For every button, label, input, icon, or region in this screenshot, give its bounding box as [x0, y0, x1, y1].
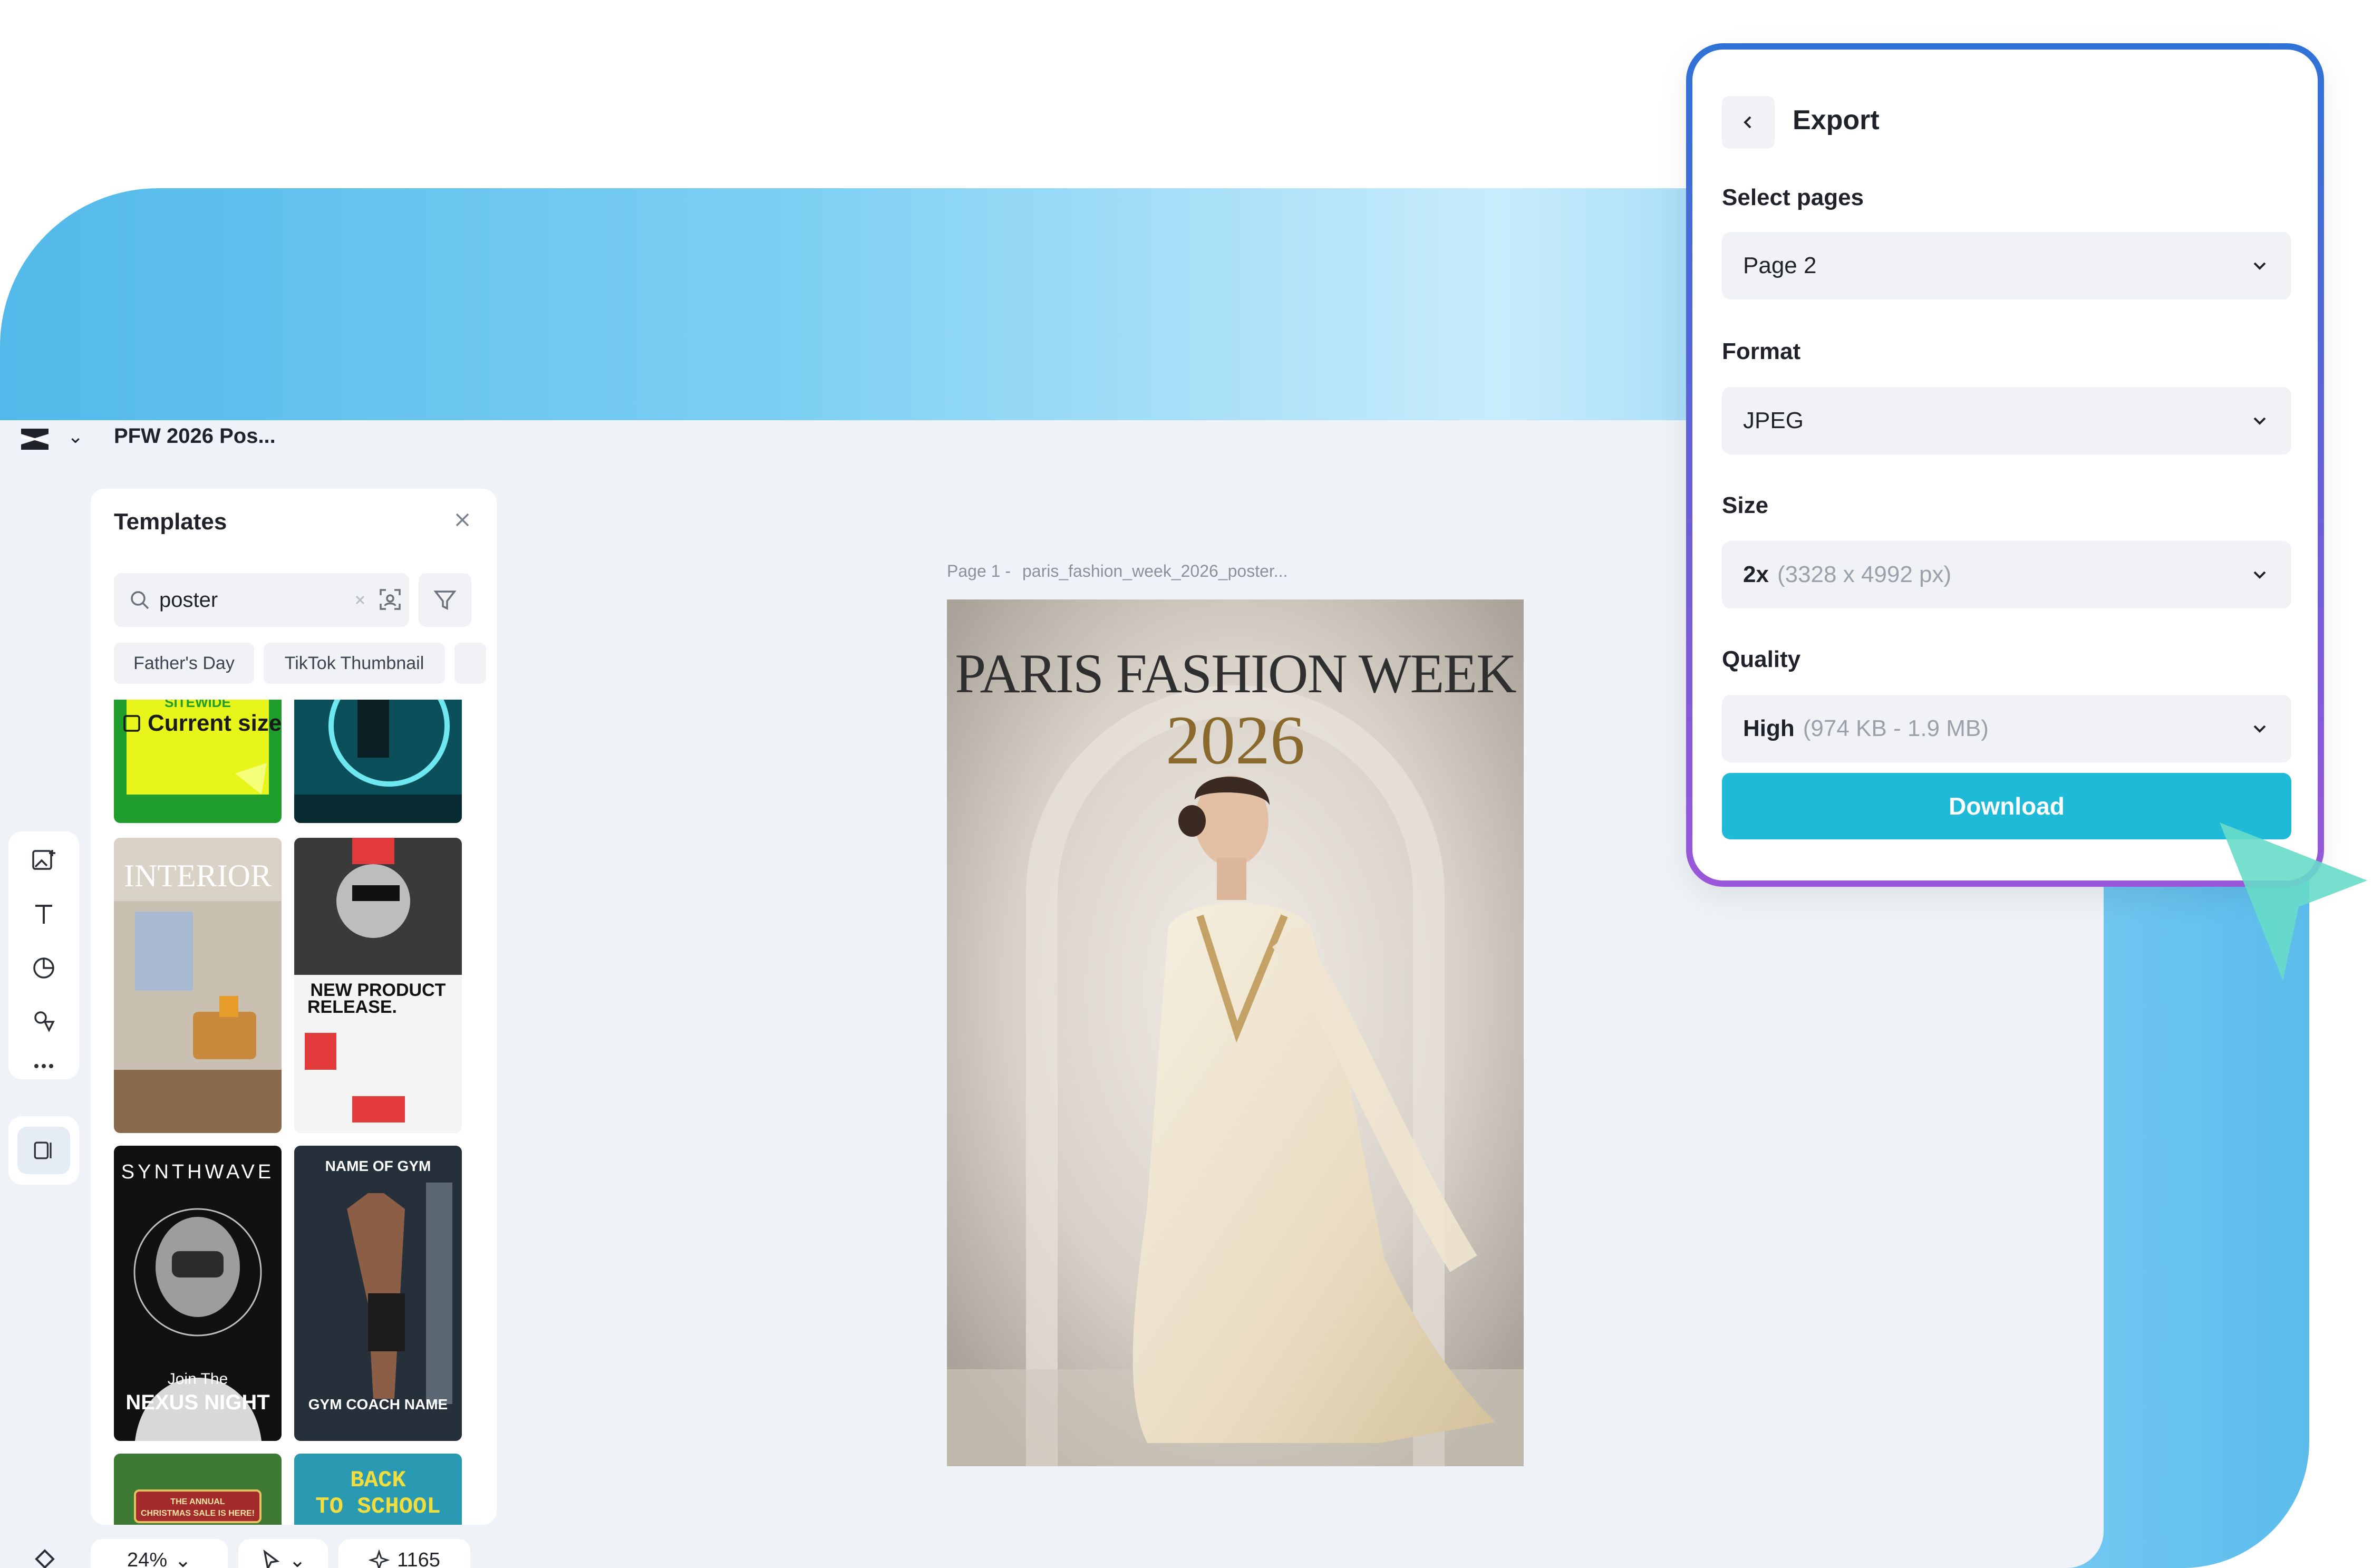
- template-thumbnail[interactable]: [294, 700, 462, 823]
- template-thumbnail[interactable]: THE ANNUAL CHRISTMAS SALE IS HERE!: [114, 1454, 282, 1525]
- select-pages-dropdown[interactable]: Page 2: [1722, 232, 2291, 299]
- thumbnail-text: SITEWIDE: [164, 700, 231, 710]
- search-icon: [131, 591, 149, 609]
- current-size-overlay[interactable]: Current size: [122, 710, 282, 737]
- chevron-down-icon[interactable]: ⌄: [67, 425, 83, 448]
- template-thumbnail[interactable]: NAME OF GYM GYM COACH NAME: [294, 1146, 462, 1441]
- image-search-icon[interactable]: [377, 587, 403, 612]
- thumbnail-text: THE ANNUAL: [170, 1497, 225, 1506]
- help-icon[interactable]: [16, 1539, 74, 1568]
- quality-label: Quality: [1722, 646, 1801, 672]
- templates-panel: Templates Father's Day TikTok Thumbnail …: [91, 489, 497, 1525]
- format-value: JPEG: [1743, 408, 1804, 433]
- image-add-icon[interactable]: [8, 837, 79, 884]
- pointer-tool-button[interactable]: ⌄: [238, 1539, 328, 1568]
- svg-text:GYM COACH NAME: GYM COACH NAME: [308, 1396, 448, 1412]
- poster-year[interactable]: 2026: [947, 700, 1524, 780]
- tool-rail-secondary: [8, 1116, 79, 1185]
- more-icon[interactable]: [8, 1048, 79, 1085]
- chevron-down-icon: [2253, 417, 2266, 425]
- svg-text:Join The: Join The: [168, 1370, 228, 1388]
- poster-title[interactable]: PARIS FASHION WEEK: [947, 642, 1524, 706]
- templates-title: Templates: [114, 509, 227, 535]
- elements-icon[interactable]: [8, 997, 79, 1044]
- chevron-left-icon: [1744, 116, 1751, 129]
- size-label: Size: [1722, 492, 1769, 518]
- chevron-down-icon: ⌄: [289, 1549, 306, 1568]
- panel-toggle-icon[interactable]: [8, 1127, 79, 1174]
- page-file-name[interactable]: paris_fashion_week_2026_poster...: [1022, 562, 1287, 580]
- chevron-down-icon: [2253, 262, 2266, 270]
- template-grid: SITEWIDE INTERIOR NEW PRODUCT RELEASE. S…: [114, 700, 472, 1525]
- template-thumbnail[interactable]: SYNTHWAVE Join The NEXUS NIGHT: [114, 1146, 282, 1441]
- template-thumbnail[interactable]: INTERIOR: [114, 838, 282, 1133]
- page-label: Page 1 - paris_fashion_week_2026_poster..…: [947, 562, 1299, 581]
- select-pages-value: Page 2: [1743, 253, 1817, 278]
- document-title[interactable]: PFW 2026 Pos...: [114, 424, 276, 448]
- sparkle-icon: [369, 1550, 390, 1568]
- chevron-down-icon: [2253, 571, 2266, 579]
- page-number-label: Page 1 -: [947, 562, 1011, 580]
- export-title: Export: [1793, 105, 1880, 135]
- current-size-label: Current size: [148, 710, 282, 736]
- quality-dropdown[interactable]: High (974 KB - 1.9 MB): [1722, 695, 2291, 762]
- thumbnail-text: BACK: [350, 1467, 406, 1494]
- size-detail: (3328 x 4992 px): [1777, 562, 1952, 587]
- zoom-value: 24%: [127, 1548, 168, 1568]
- template-thumbnail[interactable]: NEW PRODUCT RELEASE.: [294, 838, 462, 1133]
- quality-value: High: [1743, 715, 1795, 741]
- filter-button[interactable]: [419, 573, 471, 627]
- svg-text:CHRISTMAS SALE IS HERE!: CHRISTMAS SALE IS HERE!: [141, 1509, 255, 1518]
- thumbnail-text: NAME OF GYM: [325, 1158, 431, 1174]
- cursor-arrow-icon: [2220, 822, 2367, 981]
- thumbnail-text: INTERIOR: [124, 858, 272, 893]
- template-thumbnail[interactable]: BACK TO SCHOOL: [294, 1454, 462, 1525]
- format-dropdown[interactable]: JPEG: [1722, 387, 2291, 454]
- chip-more[interactable]: [454, 643, 486, 684]
- text-icon[interactable]: [8, 891, 79, 938]
- svg-text:RELEASE.: RELEASE.: [307, 997, 397, 1017]
- quality-detail: (974 KB - 1.9 MB): [1803, 715, 1989, 741]
- credits-count: 1165: [397, 1548, 440, 1568]
- svg-text:TO SCHOOL: TO SCHOOL: [315, 1494, 441, 1520]
- resize-icon: [123, 715, 140, 732]
- size-value: 2x: [1743, 562, 1769, 587]
- search-input[interactable]: [159, 585, 317, 615]
- svg-text:NEXUS NIGHT: NEXUS NIGHT: [125, 1391, 269, 1414]
- top-bar: ⌄ PFW 2026 Pos...: [0, 420, 301, 452]
- filter-icon: [433, 591, 457, 610]
- credits-button[interactable]: 1165: [338, 1539, 470, 1568]
- chip-fathers-day[interactable]: Father's Day: [114, 643, 254, 684]
- close-icon[interactable]: [449, 507, 476, 533]
- zoom-control[interactable]: 24% ⌄: [91, 1539, 228, 1568]
- back-button[interactable]: [1722, 96, 1775, 149]
- pointer-icon: [263, 1550, 280, 1568]
- shapes-icon[interactable]: [8, 944, 79, 992]
- poster-canvas[interactable]: PARIS FASHION WEEK 2026: [947, 599, 1524, 1466]
- tool-rail: [8, 831, 79, 1079]
- format-label: Format: [1722, 338, 1801, 364]
- select-pages-label: Select pages: [1722, 185, 1864, 210]
- chevron-down-icon: ⌄: [175, 1549, 191, 1568]
- capcut-logo-icon[interactable]: [18, 425, 52, 453]
- chevron-down-icon: [2253, 725, 2266, 733]
- size-dropdown[interactable]: 2x (3328 x 4992 px): [1722, 541, 2291, 608]
- clear-search-icon[interactable]: [351, 591, 369, 609]
- thumbnail-text: SYNTHWAVE: [121, 1161, 274, 1183]
- template-search-box: [114, 573, 409, 627]
- chip-tiktok-thumbnail[interactable]: TikTok Thumbnail: [264, 643, 445, 684]
- export-panel: Export Select pages Page 2 Format JPEG S…: [1686, 43, 2324, 887]
- download-button[interactable]: Download: [1722, 773, 2291, 839]
